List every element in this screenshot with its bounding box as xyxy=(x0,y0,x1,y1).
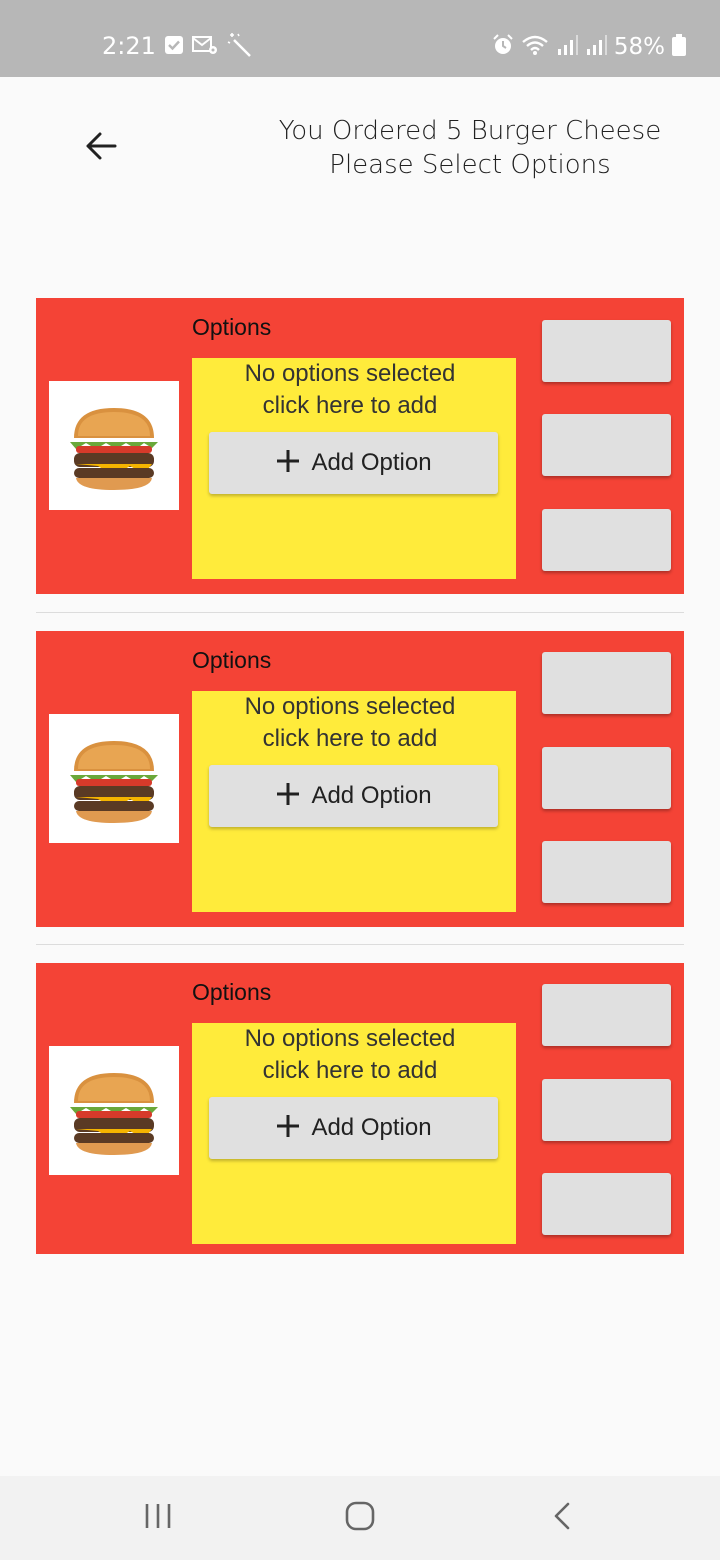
signal-icon xyxy=(585,34,607,60)
options-empty-message: No options selected click here to add xyxy=(192,691,508,755)
side-button-3[interactable] xyxy=(542,1173,671,1235)
add-option-button[interactable]: Add Option xyxy=(209,1097,498,1159)
back-button[interactable] xyxy=(76,123,126,173)
side-button-1[interactable] xyxy=(542,652,671,714)
options-empty-line1: No options selected xyxy=(244,360,456,387)
system-nav-bar xyxy=(0,1476,720,1560)
arrow-left-icon xyxy=(84,131,118,165)
divider xyxy=(36,944,684,945)
plus-icon xyxy=(275,1113,301,1143)
status-time: 2:21 xyxy=(102,32,156,60)
options-empty-line2: click here to add xyxy=(262,1057,438,1084)
nav-back-button[interactable] xyxy=(532,1496,592,1540)
plus-icon xyxy=(275,448,301,478)
options-empty-line1: No options selected xyxy=(244,693,456,720)
side-button-1[interactable] xyxy=(542,984,671,1046)
status-icons-left xyxy=(164,32,252,62)
side-button-2[interactable] xyxy=(542,747,671,809)
checkbox-notification-icon xyxy=(164,35,184,59)
add-option-button[interactable]: Add Option xyxy=(209,765,498,827)
add-option-label: Add Option xyxy=(311,782,432,809)
page-title-line2: Please Select Options xyxy=(329,150,611,180)
side-button-2[interactable] xyxy=(542,414,671,476)
options-label: Options xyxy=(192,647,272,673)
side-button-3[interactable] xyxy=(542,509,671,571)
options-box[interactable]: No options selected click here to add Ad… xyxy=(192,358,516,579)
battery-percentage: 58% xyxy=(613,34,665,60)
status-icons-right: 58% xyxy=(492,34,686,60)
options-box[interactable]: No options selected click here to add Ad… xyxy=(192,691,516,912)
home-button[interactable] xyxy=(330,1496,390,1540)
recent-apps-icon xyxy=(143,1502,173,1534)
side-button-3[interactable] xyxy=(542,841,671,903)
item-card: Options No options selected click here t… xyxy=(36,631,684,927)
page-title-line1: You Ordered 5 Burger Cheese xyxy=(278,116,662,146)
wifi-icon xyxy=(521,34,549,60)
options-label: Options xyxy=(192,979,272,1005)
options-empty-line2: click here to add xyxy=(262,725,438,752)
add-option-label: Add Option xyxy=(311,1114,432,1141)
options-box[interactable]: No options selected click here to add Ad… xyxy=(192,1023,516,1244)
page-title: You Ordered 5 Burger Cheese Please Selec… xyxy=(240,114,700,182)
plus-icon xyxy=(275,781,301,811)
options-label: Options xyxy=(192,314,272,340)
burger-image xyxy=(49,381,179,510)
status-bar: 2:21 58% xyxy=(0,0,720,77)
item-card: Options No options selected click here t… xyxy=(36,298,684,594)
options-empty-message: No options selected click here to add xyxy=(192,1023,508,1087)
options-empty-line2: click here to add xyxy=(262,392,438,419)
burger-image xyxy=(49,1046,179,1175)
options-empty-message: No options selected click here to add xyxy=(192,358,508,422)
side-button-2[interactable] xyxy=(542,1079,671,1141)
add-option-button[interactable]: Add Option xyxy=(209,432,498,494)
add-option-label: Add Option xyxy=(311,449,432,476)
options-empty-line1: No options selected xyxy=(244,1025,456,1052)
magic-wand-icon xyxy=(226,32,252,62)
mail-settings-icon xyxy=(192,35,218,59)
burger-image xyxy=(49,714,179,843)
alarm-icon xyxy=(492,34,514,60)
side-button-1[interactable] xyxy=(542,320,671,382)
item-card: Options No options selected click here t… xyxy=(36,963,684,1254)
recent-apps-button[interactable] xyxy=(128,1496,188,1540)
home-icon xyxy=(344,1500,376,1536)
battery-icon xyxy=(672,34,686,60)
divider xyxy=(36,612,684,613)
back-icon xyxy=(552,1501,572,1535)
signal-icon xyxy=(556,34,578,60)
